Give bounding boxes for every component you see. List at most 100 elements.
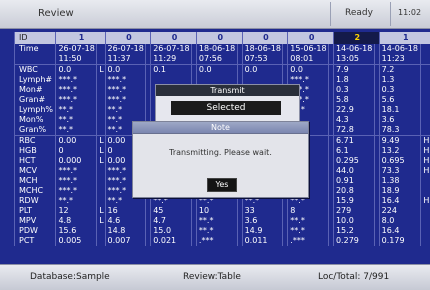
parameter-label: MCHC — [15, 186, 56, 196]
flag-cell: L — [97, 206, 105, 216]
value-cell: 0.0 — [242, 65, 283, 76]
sample-id-cell[interactable]: 0 — [196, 32, 242, 44]
parameter-label: Time — [15, 44, 56, 54]
flag-cell — [97, 44, 105, 54]
value-cell: 72.8 — [333, 125, 374, 136]
value-cell: 0.91 — [333, 176, 374, 186]
value-cell: .*** — [288, 236, 329, 246]
flag-cell — [421, 75, 430, 85]
table-row[interactable]: Time26-07-1826-07-1826-07-1818-06-1818-0… — [15, 44, 430, 54]
parameter-label: PDW — [15, 226, 56, 236]
value-cell: 0.005 — [56, 236, 97, 246]
value-cell: 13.2 — [379, 146, 421, 156]
value-cell: 10 — [196, 206, 237, 216]
value-cell: 07:53 — [242, 54, 283, 65]
value-cell: **.* — [56, 125, 97, 136]
clock-time: 11:02 — [398, 8, 421, 17]
value-cell: 10.0 — [333, 216, 374, 226]
table-row[interactable]: PCT0.0050.0070.021.***0.011.***0.2790.17… — [15, 236, 430, 246]
value-cell: 3.6 — [242, 216, 283, 226]
sample-id-cell[interactable]: 0 — [105, 32, 151, 44]
value-cell: 0 — [56, 146, 97, 156]
flag-cell — [421, 105, 430, 115]
flag-cell — [421, 186, 430, 196]
sample-id-cell[interactable]: 2 — [333, 32, 379, 44]
table-row[interactable]: WBC0.0L0.00.10.00.00.07.97.2 — [15, 65, 430, 76]
divider — [330, 2, 331, 26]
sample-id-cell[interactable]: 1 — [379, 32, 430, 44]
flag-cell — [421, 226, 430, 236]
parameter-label: PLT — [15, 206, 56, 216]
value-cell: 4.7 — [151, 216, 192, 226]
flag-cell — [97, 176, 105, 186]
sample-id-cell[interactable]: 0 — [242, 32, 288, 44]
flag-cell — [421, 65, 430, 76]
value-cell: 3.6 — [379, 115, 421, 125]
value-cell: **.* — [56, 115, 97, 125]
value-cell: 0.3 — [333, 85, 374, 95]
value-cell: 224 — [379, 206, 421, 216]
value-cell: 11:50 — [56, 54, 97, 65]
value-cell: 0.011 — [242, 236, 283, 246]
value-cell: 15.2 — [333, 226, 374, 236]
value-cell: 0.0 — [105, 65, 146, 76]
note-dialog: Note Transmitting. Please wait. Yes — [132, 121, 309, 198]
value-cell: **.* — [288, 216, 329, 226]
value-cell: **.* — [56, 105, 97, 115]
value-cell: 4.6 — [105, 216, 146, 226]
parameter-label — [15, 54, 56, 65]
flag-cell — [97, 125, 105, 136]
value-cell: 18.1 — [379, 105, 421, 115]
value-cell: 16 — [105, 206, 146, 216]
value-cell: 1.3 — [379, 75, 421, 85]
flag-cell — [421, 95, 430, 105]
value-cell: ***.* — [56, 176, 97, 186]
flag-cell — [97, 95, 105, 105]
parameter-label: HGB — [15, 146, 56, 156]
selected-button[interactable]: Selected — [171, 101, 281, 115]
value-cell: 22.9 — [333, 105, 374, 115]
id-label: ID — [15, 32, 56, 44]
value-cell: 45 — [151, 206, 192, 216]
status-bar: Database:Sample Review:Table Loc/Total: … — [0, 264, 430, 290]
value-cell: 0.695 — [379, 156, 421, 166]
table-row[interactable]: PDW15.614.815.0**.*14.9**.*15.216.4 — [15, 226, 430, 236]
value-cell: **.* — [288, 226, 329, 236]
value-cell: 15.9 — [333, 196, 374, 206]
value-cell: 4.3 — [333, 115, 374, 125]
parameter-label: HCT — [15, 156, 56, 166]
flag-cell — [97, 54, 105, 65]
yes-button[interactable]: Yes — [207, 178, 237, 192]
value-cell: 0.0 — [56, 65, 97, 76]
value-cell: 07:56 — [196, 54, 237, 65]
flag-cell — [421, 44, 430, 54]
value-cell: 0.295 — [333, 156, 374, 166]
value-cell: ***.* — [105, 85, 146, 95]
value-cell: 15-06-18 — [288, 44, 329, 54]
flag-cell: H — [421, 146, 430, 156]
parameter-label: Gran# — [15, 95, 56, 105]
parameter-label: MCV — [15, 166, 56, 176]
note-dialog-title: Note — [133, 122, 308, 134]
sample-id-cell[interactable]: 0 — [288, 32, 334, 44]
sample-id-cell[interactable]: 1 — [56, 32, 105, 44]
flag-cell — [421, 85, 430, 95]
value-cell: 18-06-18 — [242, 44, 283, 54]
value-cell: 08:01 — [288, 54, 329, 65]
transmit-dialog: Transmit Selected — [155, 84, 300, 124]
note-message: Transmitting. Please wait. — [133, 148, 308, 157]
parameter-label: Mon# — [15, 85, 56, 95]
review-title: Review — [38, 8, 74, 19]
value-cell: 16.4 — [379, 226, 421, 236]
flag-cell — [97, 226, 105, 236]
value-cell: 73.3 — [379, 166, 421, 176]
sample-id-cell[interactable]: 0 — [151, 32, 197, 44]
table-row[interactable]: 11:5011:3711:2907:5607:5308:0113:0511:23 — [15, 54, 430, 65]
table-row[interactable]: MPV4.8L4.64.7**.*3.6**.*10.08.0 — [15, 216, 430, 226]
parameter-label: Mon% — [15, 115, 56, 125]
value-cell: 14-06-18 — [379, 44, 421, 54]
table-row[interactable]: PLT12L164510338279224 — [15, 206, 430, 216]
value-cell: 6.1 — [333, 146, 374, 156]
value-cell: ***.* — [105, 95, 146, 105]
value-cell: 11:29 — [151, 54, 192, 65]
